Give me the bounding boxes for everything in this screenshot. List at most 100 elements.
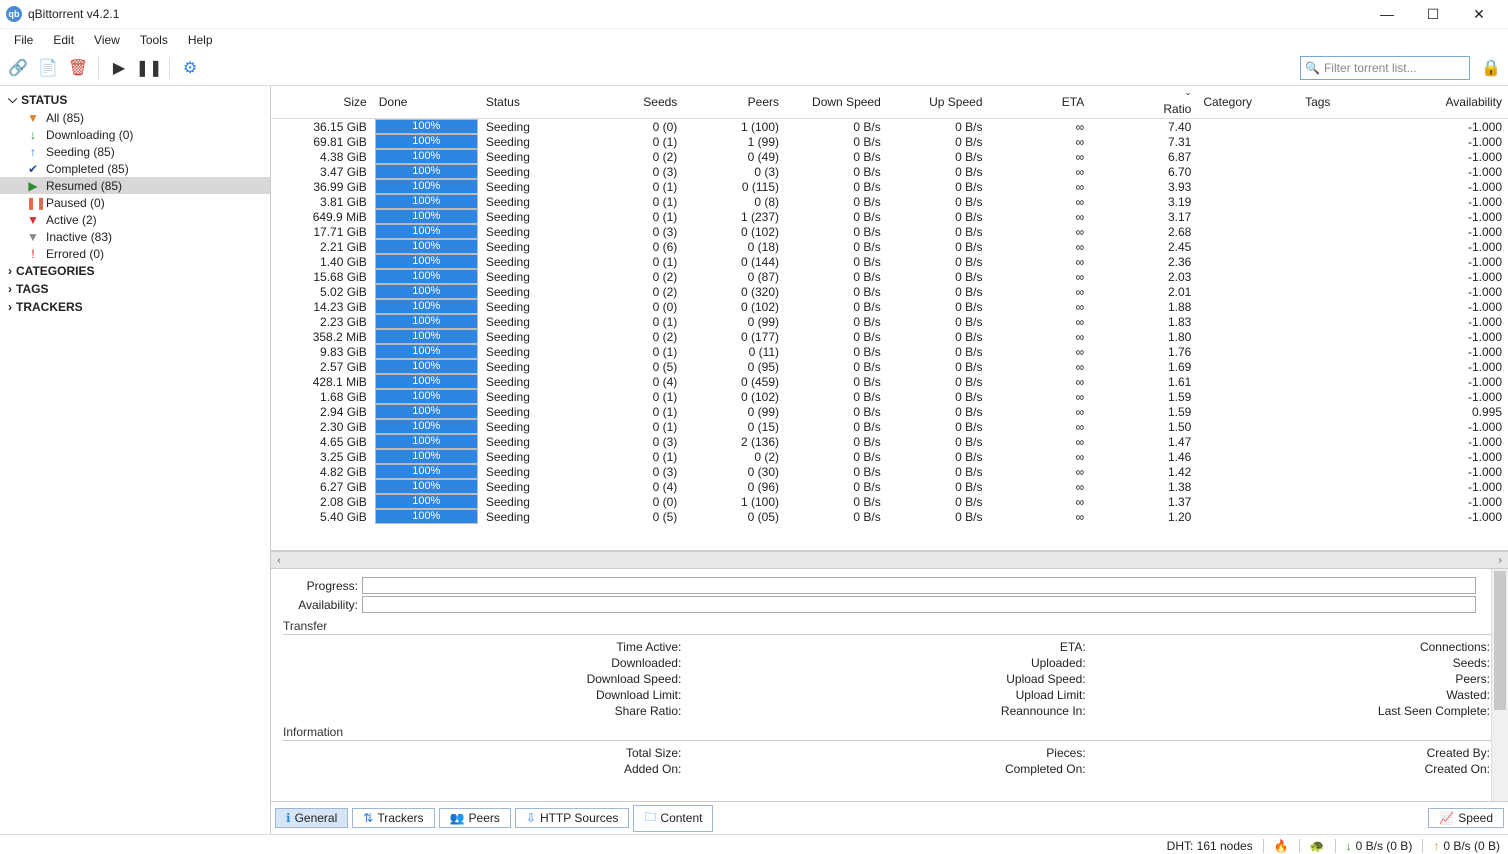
tags-header[interactable]: ›TAGS [0,280,270,298]
col-header[interactable]: Done [373,86,480,119]
table-row[interactable]: 358.2 MiB100%Seeding0 (2)0 (177)0 B/s0 B… [271,329,1508,344]
table-row[interactable]: 2.23 GiB100%Seeding0 (1)0 (99)0 B/s0 B/s… [271,314,1508,329]
transfer-group: Transfer [283,619,1496,635]
dht-status[interactable]: DHT: 161 nodes [1167,839,1253,853]
sidebar: ⌵STATUS ▼All (85)↓Downloading (0)↑Seedin… [0,86,271,834]
progress-cell: 100% [375,359,478,374]
menu-edit[interactable]: Edit [43,31,84,49]
table-row[interactable]: 2.57 GiB100%Seeding0 (5)0 (95)0 B/s0 B/s… [271,359,1508,374]
sidebar-item[interactable]: ↑Seeding (85) [0,143,270,160]
col-header[interactable]: Up Speed [887,86,989,119]
table-row[interactable]: 1.40 GiB100%Seeding0 (1)0 (144)0 B/s0 B/… [271,254,1508,269]
table-row[interactable]: 4.82 GiB100%Seeding0 (3)0 (30)0 B/s0 B/s… [271,464,1508,479]
alt-speed-icon[interactable]: 🐢 [1310,839,1325,853]
col-header[interactable]: Seeds [587,86,683,119]
detail-field-label: Peers: [1092,671,1496,687]
table-row[interactable]: 4.38 GiB100%Seeding0 (2)0 (49)0 B/s0 B/s… [271,149,1508,164]
settings-button[interactable]: ⚙ [178,56,202,80]
add-link-button[interactable]: 🔗 [6,56,30,80]
toolbar: 🔗 📄 🗑 ▶ ❚❚ ⚙ 🔍 Filter torrent list... 🔒 [0,51,1508,86]
table-row[interactable]: 5.02 GiB100%Seeding0 (2)0 (320)0 B/s0 B/… [271,284,1508,299]
sidebar-item[interactable]: ▼All (85) [0,109,270,126]
table-row[interactable]: 69.81 GiB100%Seeding0 (1)1 (99)0 B/s0 B/… [271,134,1508,149]
sidebar-item[interactable]: ❚❚Paused (0) [0,194,270,211]
table-row[interactable]: 36.15 GiB100%Seeding0 (0)1 (100)0 B/s0 B… [271,119,1508,135]
firewall-icon[interactable]: 🔥 [1274,839,1289,853]
progress-cell: 100% [375,134,478,149]
table-row[interactable]: 3.47 GiB100%Seeding0 (3)0 (3)0 B/s0 B/s∞… [271,164,1508,179]
tab-content[interactable]: 🗀Content [633,805,713,832]
sidebar-item[interactable]: ▶Resumed (85) [0,177,270,194]
categories-header[interactable]: ›CATEGORIES [0,262,270,280]
progress-cell: 100% [375,389,478,404]
table-row[interactable]: 2.94 GiB100%Seeding0 (1)0 (99)0 B/s0 B/s… [271,404,1508,419]
table-row[interactable]: 36.99 GiB100%Seeding0 (1)0 (115)0 B/s0 B… [271,179,1508,194]
table-row[interactable]: 4.65 GiB100%Seeding0 (3)2 (136)0 B/s0 B/… [271,434,1508,449]
tab-peers[interactable]: 👥Peers [439,808,511,828]
table-row[interactable]: 3.25 GiB100%Seeding0 (1)0 (2)0 B/s0 B/s∞… [271,449,1508,464]
menu-tools[interactable]: Tools [130,31,178,49]
sidebar-item[interactable]: !Errored (0) [0,245,270,262]
up-speed-status[interactable]: ↑0 B/s (0 B) [1433,839,1500,853]
tab-trackers[interactable]: ⇅Trackers [352,808,434,828]
detail-field-label: Pieces: [687,745,1091,761]
col-header[interactable]: ⌄Ratio [1090,86,1197,119]
horizontal-scrollbar[interactable]: ‹› [271,551,1508,568]
col-header[interactable]: Down Speed [785,86,887,119]
sidebar-item[interactable]: ↓Downloading (0) [0,126,270,143]
table-row[interactable]: 17.71 GiB100%Seeding0 (3)0 (102)0 B/s0 B… [271,224,1508,239]
sidebar-item-label: Resumed (85) [46,179,122,193]
col-header[interactable]: Tags [1299,86,1411,119]
table-row[interactable]: 9.83 GiB100%Seeding0 (1)0 (11)0 B/s0 B/s… [271,344,1508,359]
status-header[interactable]: ⌵STATUS [0,90,270,109]
http-icon: ⇩ [526,811,536,825]
sidebar-item[interactable]: ✔Completed (85) [0,160,270,177]
sidebar-item[interactable]: ▼Inactive (83) [0,228,270,245]
table-row[interactable]: 15.68 GiB100%Seeding0 (2)0 (87)0 B/s0 B/… [271,269,1508,284]
col-header[interactable]: Size [271,86,373,119]
table-row[interactable]: 2.21 GiB100%Seeding0 (6)0 (18)0 B/s0 B/s… [271,239,1508,254]
delete-button[interactable]: 🗑 [66,56,90,80]
trackers-header[interactable]: ›TRACKERS [0,298,270,316]
sidebar-item[interactable]: ▼Active (2) [0,211,270,228]
detail-scrollbar[interactable] [1491,569,1508,801]
col-header[interactable]: Category [1197,86,1299,119]
detail-field-label: Upload Speed: [687,671,1091,687]
tab-http[interactable]: ⇩HTTP Sources [515,808,630,828]
minimize-button[interactable]: — [1364,2,1410,26]
down-speed-status[interactable]: ↓0 B/s (0 B) [1346,839,1413,853]
add-file-button[interactable]: 📄 [36,56,60,80]
table-row[interactable]: 1.68 GiB100%Seeding0 (1)0 (102)0 B/s0 B/… [271,389,1508,404]
tab-speed[interactable]: 📈Speed [1428,808,1504,828]
sidebar-item-label: Inactive (83) [46,230,112,244]
close-button[interactable]: ✕ [1456,2,1502,26]
table-row[interactable]: 3.81 GiB100%Seeding0 (1)0 (8)0 B/s0 B/s∞… [271,194,1508,209]
filter-input[interactable]: 🔍 Filter torrent list... [1300,56,1470,80]
tab-general[interactable]: ℹGeneral [275,808,348,828]
table-row[interactable]: 5.40 GiB100%Seeding0 (5)0 (05)0 B/s0 B/s… [271,509,1508,524]
speed-icon: 📈 [1439,811,1454,825]
table-row[interactable]: 14.23 GiB100%Seeding0 (0)0 (102)0 B/s0 B… [271,299,1508,314]
table-row[interactable]: 428.1 MiB100%Seeding0 (4)0 (459)0 B/s0 B… [271,374,1508,389]
lock-button[interactable]: 🔒 [1480,57,1502,79]
menu-file[interactable]: File [4,31,43,49]
maximize-button[interactable]: ☐ [1410,2,1456,26]
progress-cell: 100% [375,284,478,299]
progress-cell: 100% [375,314,478,329]
menu-view[interactable]: View [84,31,130,49]
col-header[interactable]: Status [480,86,587,119]
col-header[interactable]: Availability [1412,86,1508,119]
detail-field-label: Downloaded: [283,655,687,671]
table-row[interactable]: 2.08 GiB100%Seeding0 (0)1 (100)0 B/s0 B/… [271,494,1508,509]
table-row[interactable]: 2.30 GiB100%Seeding0 (1)0 (15)0 B/s0 B/s… [271,419,1508,434]
col-header[interactable]: Peers [683,86,785,119]
resume-button[interactable]: ▶ [107,56,131,80]
detail-field-label: Upload Limit: [687,687,1091,703]
table-row[interactable]: 649.9 MiB100%Seeding0 (1)1 (237)0 B/s0 B… [271,209,1508,224]
pause-button[interactable]: ❚❚ [137,56,161,80]
col-header[interactable]: ETA [989,86,1091,119]
progress-cell: 100% [375,224,478,239]
torrent-table[interactable]: SizeDoneStatusSeedsPeersDown SpeedUp Spe… [271,86,1508,551]
table-row[interactable]: 6.27 GiB100%Seeding0 (4)0 (96)0 B/s0 B/s… [271,479,1508,494]
menu-help[interactable]: Help [178,31,223,49]
